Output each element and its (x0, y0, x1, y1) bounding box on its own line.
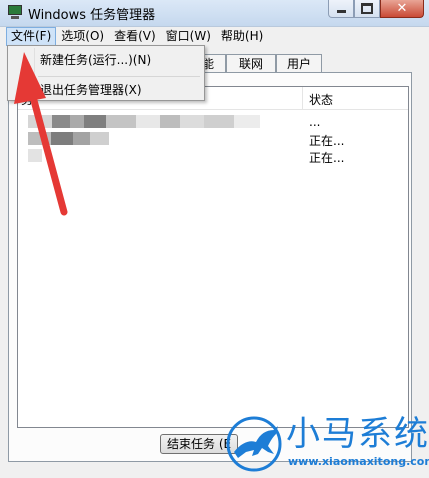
watermark: 小马系统 www.xiaomaxitong.com (218, 408, 429, 478)
minimize-button[interactable] (328, 0, 354, 18)
maximize-button[interactable] (354, 0, 380, 18)
column-divider[interactable] (302, 87, 303, 109)
applications-list[interactable]: 务 状态 ... (17, 86, 409, 428)
task-manager-app-icon (7, 4, 23, 20)
menu-item-exit[interactable]: 退出任务管理器(X) (40, 80, 142, 100)
list-item-status: 正在... (309, 134, 345, 148)
menu-item-new-task[interactable]: 新建任务(运行...)(N) (40, 50, 151, 70)
list-item[interactable]: 正在... (18, 131, 408, 148)
list-item-name-blurred (28, 132, 298, 145)
menu-bar: 文件(F) 选项(O) 查看(V) 窗口(W) 帮助(H) (0, 27, 429, 46)
title-bar[interactable]: Windows 任务管理器 ✕ (0, 0, 429, 27)
menu-help[interactable]: 帮助(H) (216, 27, 268, 45)
list-item[interactable]: ... (18, 114, 408, 130)
window-title: Windows 任务管理器 (28, 8, 156, 23)
close-button[interactable]: ✕ (380, 0, 424, 18)
watermark-brand: 小马系统 (286, 414, 429, 454)
tab-users[interactable]: 用户 (276, 54, 322, 72)
menu-window[interactable]: 窗口(W) (161, 27, 216, 45)
menu-file[interactable]: 文件(F) (6, 27, 57, 46)
maximize-icon (361, 3, 373, 14)
minimize-icon (336, 10, 346, 13)
file-menu-dropdown: 新建任务(运行...)(N) 退出任务管理器(X) (7, 45, 205, 101)
menu-separator (38, 76, 200, 77)
menu-view[interactable]: 查看(V) (109, 27, 161, 45)
caption-buttons: ✕ (328, 0, 424, 20)
column-header-status[interactable]: 状态 (309, 91, 333, 108)
task-manager-window: Windows 任务管理器 ✕ 文件(F) 选项(O) 查看(V) 窗口(W) … (0, 0, 429, 478)
list-item-name-blurred (28, 115, 298, 128)
close-icon: ✕ (396, 1, 408, 16)
list-item-name-blurred (28, 149, 298, 162)
list-item-status: 正在... (309, 151, 345, 165)
watermark-url: www.xiaomaxitong.com (288, 455, 429, 468)
list-item[interactable]: 正在... (18, 148, 408, 165)
tab-networking[interactable]: 联网 (226, 54, 276, 72)
horse-logo-icon (226, 416, 282, 472)
menu-options[interactable]: 选项(O) (56, 27, 109, 45)
list-item-status: ... (309, 115, 321, 129)
